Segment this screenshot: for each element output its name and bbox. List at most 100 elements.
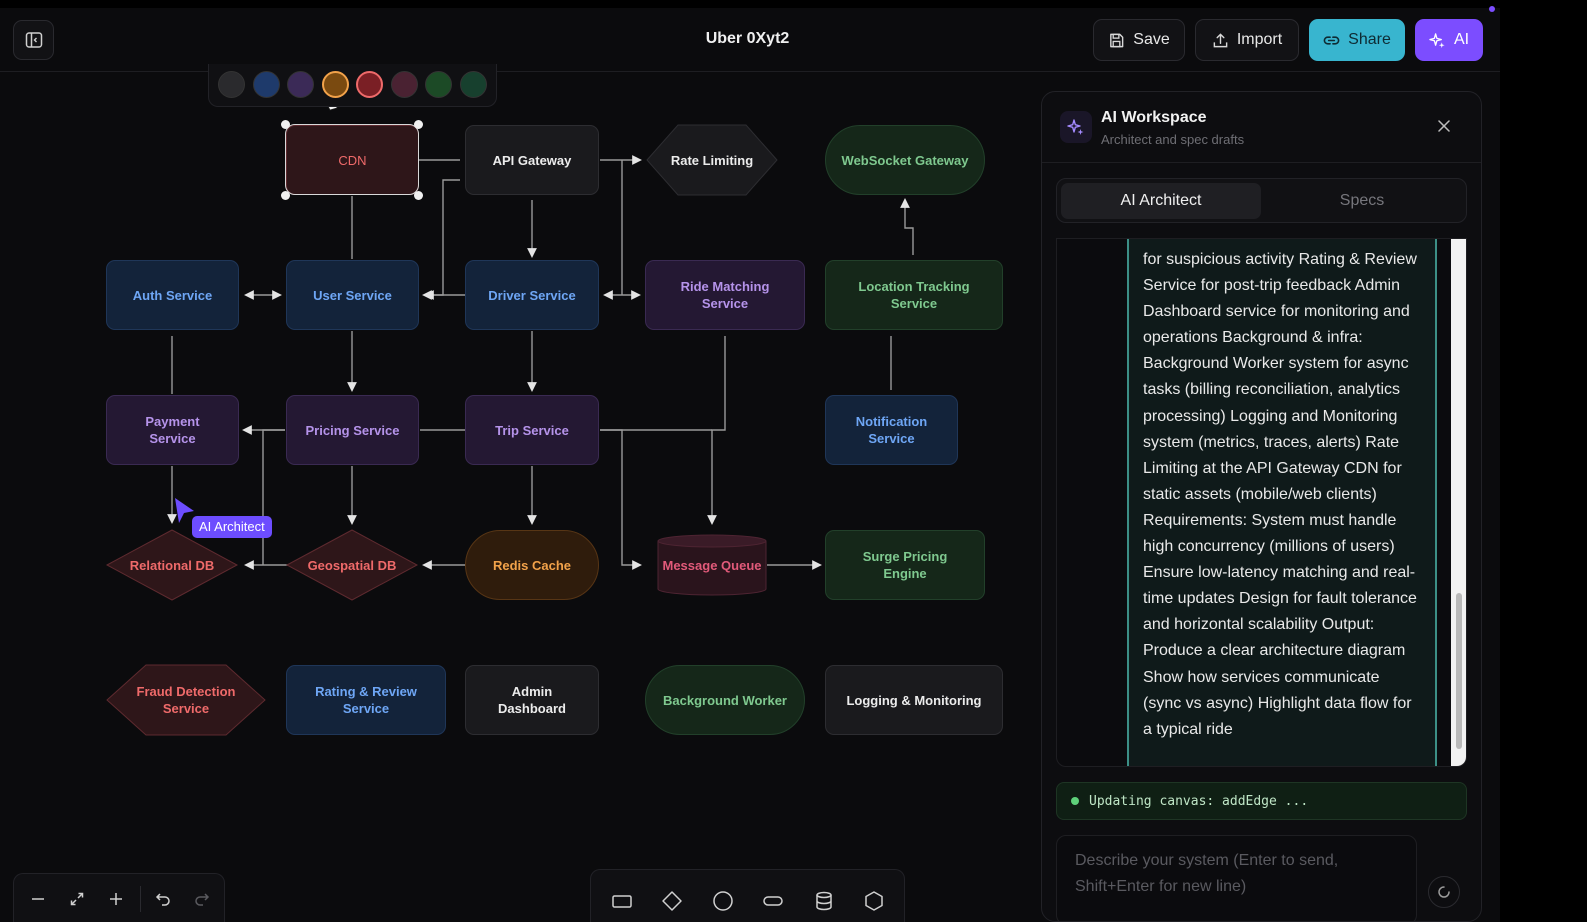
refresh-button[interactable] [1428,876,1460,908]
prompt-input[interactable]: Describe your system (Enter to send, Shi… [1056,835,1417,921]
node-auth-service[interactable]: Auth Service [106,260,239,330]
swatch-rose[interactable] [391,71,418,98]
node-admin-dashboard[interactable]: Admin Dashboard [465,665,599,735]
swatch-red[interactable] [356,71,383,98]
minus-icon [32,898,44,900]
circle-icon [713,891,733,911]
edge-ride-mq [707,336,726,525]
node-websocket-gateway[interactable]: WebSocket Gateway [825,125,985,195]
hexagon-tool[interactable] [861,888,887,914]
node-rate-limiting-label: Rate Limiting [670,152,754,168]
swatch-teal[interactable] [460,71,487,98]
database-tool[interactable] [811,888,837,914]
zoom-in-button[interactable] [105,888,127,910]
redo-button[interactable] [191,888,213,910]
circle-tool[interactable] [710,888,736,914]
panel-sparkles-icon [1060,111,1092,143]
node-surge-pricing-engine[interactable]: Surge Pricing Engine [825,530,985,600]
node-redis-cache[interactable]: Redis Cache [465,530,599,600]
node-fraud-detection-service-label: Fraud Detection Service [136,684,236,716]
pill-icon [763,896,783,906]
node-relational-db[interactable]: Relational DB [107,530,237,600]
node-background-worker-label: Background Worker [662,692,787,708]
diamond-icon [662,891,682,911]
node-rate-limiting[interactable]: Rate Limiting [647,125,777,195]
node-api-gateway-label: API Gateway [492,152,572,168]
import-button[interactable]: Import [1195,19,1299,61]
swatch-gray[interactable] [218,71,245,98]
panel-title: AI Workspace [1101,109,1207,126]
ai-workspace-panel: AI Workspace Architect and spec drafts A… [1041,91,1482,922]
import-button-label: Import [1236,31,1283,48]
node-geospatial-db[interactable]: Geospatial DB [287,530,417,600]
node-rating-review-service[interactable]: Rating & Review Service [286,665,446,735]
status-dot [1071,797,1079,805]
zoom-toolbar-divider [140,886,141,912]
sidebar-toggle-button[interactable] [13,20,54,60]
node-pricing-service[interactable]: Pricing Service [286,395,419,465]
node-pricing-service-label: Pricing Service [305,422,400,438]
diagram-canvas[interactable] [0,64,1030,922]
edge-pricing-relational [262,429,285,565]
sparkles-icon [1429,32,1445,48]
expand-icon [70,892,84,906]
node-background-worker[interactable]: Background Worker [645,665,805,735]
swatch-amber[interactable] [322,71,349,98]
node-ride-matching-service[interactable]: Ride Matching Service [645,260,805,330]
node-relational-db-label: Relational DB [129,557,215,573]
ai-button-label: AI [1453,31,1470,48]
database-icon [816,891,832,911]
pill-tool[interactable] [760,888,786,914]
node-message-queue[interactable]: Message Queue [658,548,766,582]
undo-button[interactable] [152,888,174,910]
refresh-icon [1438,886,1450,898]
diamond-tool[interactable] [659,888,685,914]
panel-tabs: AI Architect Specs [1056,178,1467,223]
edge-layer [105,90,914,736]
swatch-blue[interactable] [253,71,280,98]
canvas-status: Updating canvas: addEdge ... [1056,782,1467,820]
node-redis-cache-label: Redis Cache [492,557,572,573]
tab-specs[interactable]: Specs [1262,183,1462,219]
resize-handle-bl[interactable] [281,191,290,200]
fit-view-button[interactable] [66,888,88,910]
document-title[interactable]: Uber 0Xyt2 [640,30,855,48]
node-notification-service[interactable]: Notification Service [825,395,958,465]
share-button[interactable]: Share [1309,19,1405,61]
node-user-service[interactable]: User Service [286,260,419,330]
node-api-gateway[interactable]: API Gateway [465,125,599,195]
selection-frame [285,124,419,195]
node-payment-service[interactable]: Payment Service [106,395,239,465]
close-icon [1438,120,1450,132]
edge-trip-mq [600,429,642,570]
node-trip-service-label: Trip Service [495,422,569,438]
swatch-green[interactable] [425,71,452,98]
node-location-tracking-service[interactable]: Location Tracking Service [825,260,1003,330]
close-panel-button[interactable] [1434,116,1454,136]
tab-ai-architect[interactable]: AI Architect [1061,183,1261,219]
node-logging-monitoring-label: Logging & Monitoring [846,692,982,708]
node-driver-service[interactable]: Driver Service [465,260,599,330]
resize-handle-tl[interactable] [281,120,290,129]
save-icon [1110,33,1124,47]
rectangle-tool[interactable] [609,888,635,914]
zoom-out-button[interactable] [27,888,49,910]
ai-button[interactable]: AI [1415,19,1483,61]
swatch-purple[interactable] [287,71,314,98]
node-payment-service-label: Payment Service [145,414,200,446]
chat-scrollbar[interactable] [1451,239,1466,766]
node-trip-service[interactable]: Trip Service [465,395,599,465]
ai-cursor-label: AI Architect [192,516,272,538]
node-fraud-detection-service[interactable]: Fraud Detection Service [107,665,265,735]
save-button[interactable]: Save [1093,19,1185,61]
resize-handle-tr[interactable] [414,120,423,129]
node-websocket-gateway-label: WebSocket Gateway [841,152,969,168]
edge-api-user [422,179,460,300]
zoom-toolbar [13,873,225,922]
panel-header: AI Workspace Architect and spec drafts [1042,92,1481,163]
resize-handle-br[interactable] [414,191,423,200]
assistant-message: for suspicious activity Rating & Review … [1127,239,1437,766]
chat-scrollbar-thumb[interactable] [1456,593,1462,749]
chat-thread[interactable]: for suspicious activity Rating & Review … [1056,238,1467,767]
node-logging-monitoring[interactable]: Logging & Monitoring [825,665,1003,735]
